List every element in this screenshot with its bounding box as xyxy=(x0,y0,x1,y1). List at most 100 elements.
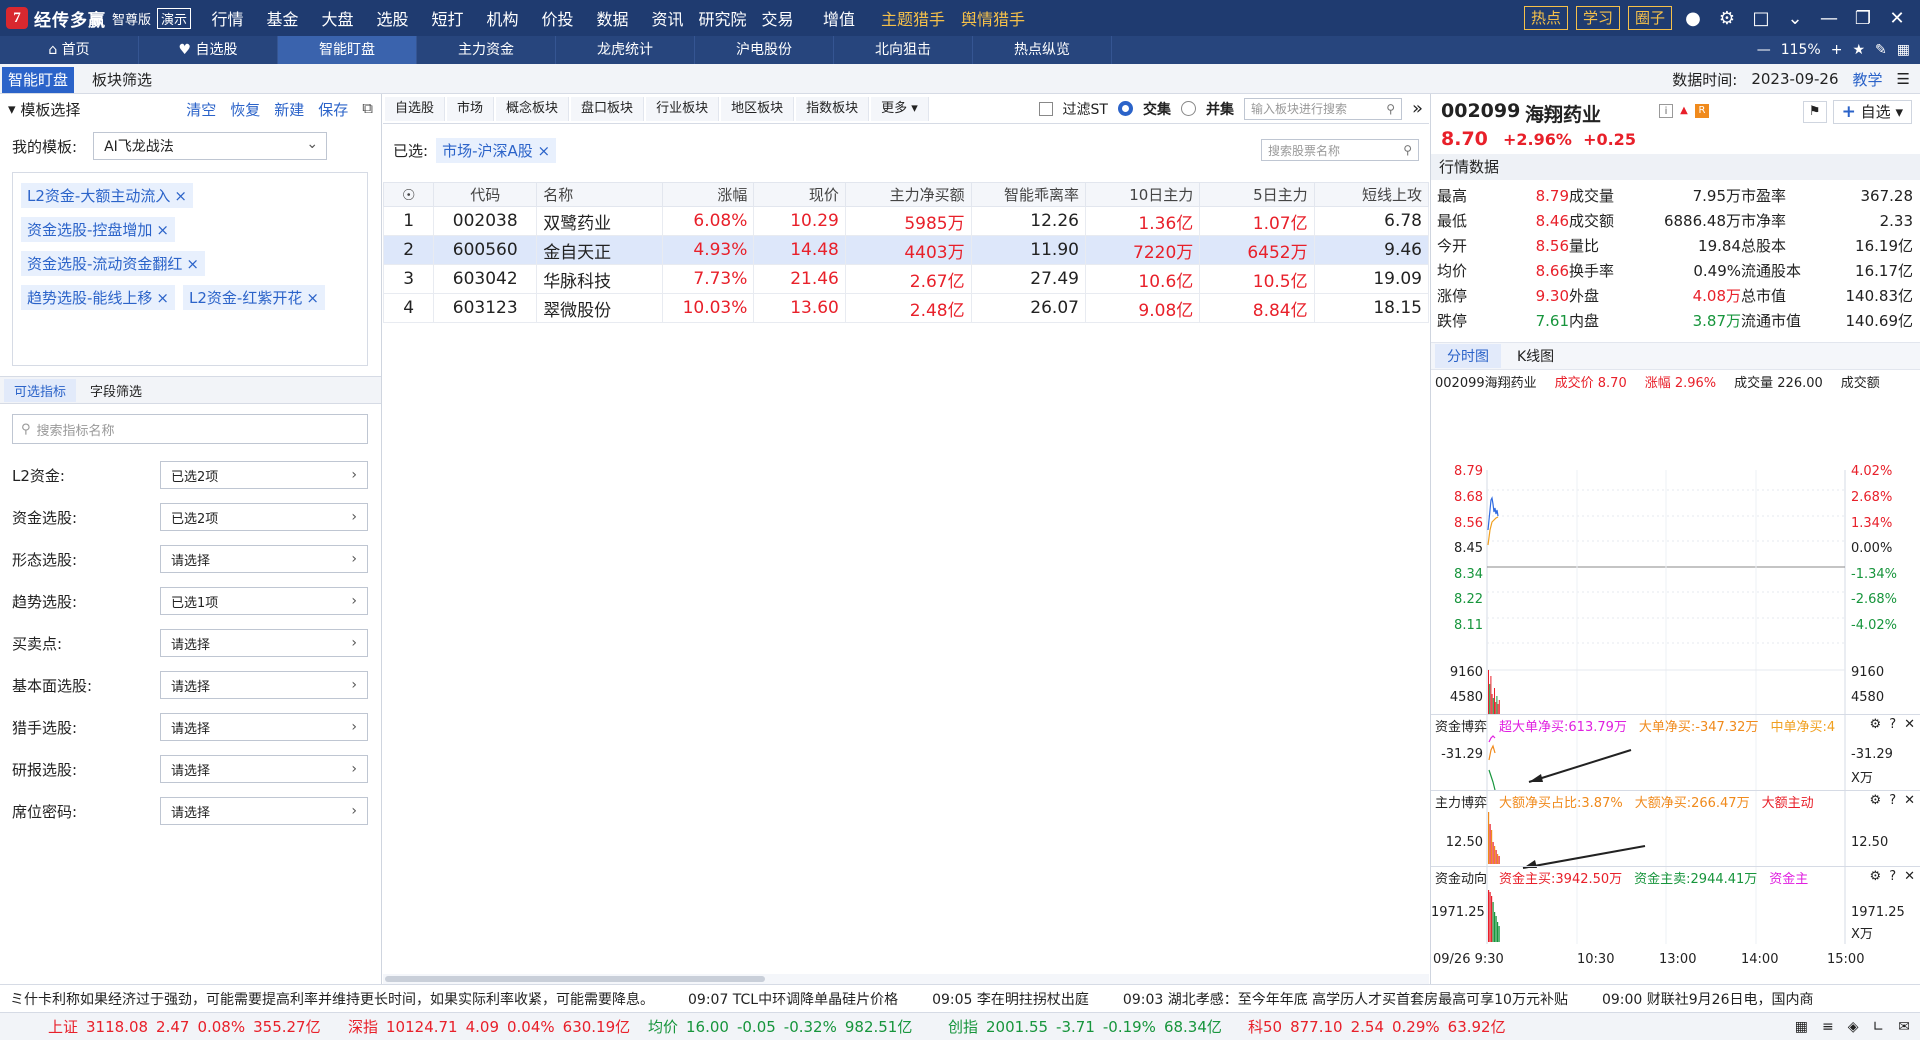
category-button[interactable]: 自选股 xyxy=(385,96,446,121)
column-header[interactable]: 主力净买额 xyxy=(844,182,972,207)
column-header[interactable]: 涨幅 xyxy=(661,182,755,207)
gear-icon[interactable]: ⚙ xyxy=(1870,869,1882,884)
chevron-down-icon[interactable]: ⌄ xyxy=(1782,8,1808,29)
nav-tab[interactable]: 热点纵览 xyxy=(973,36,1112,64)
chart-icon[interactable]: ∟ xyxy=(1873,1019,1885,1035)
news-item[interactable]: ミ什卡利称如果经济过于强劲，可能需要提高利率并维持更长时间，如果实际利率收紧，可… xyxy=(10,989,654,1009)
intersect-radio[interactable] xyxy=(1117,101,1133,116)
menu-item[interactable]: 交易 xyxy=(750,6,805,30)
menu-item[interactable]: 增值 xyxy=(805,6,873,30)
category-button[interactable]: 概念板块 xyxy=(496,96,570,121)
category-button[interactable]: 地区板块 xyxy=(721,96,795,121)
column-header[interactable]: 10日主力 xyxy=(1084,182,1201,207)
category-button[interactable]: 市场 xyxy=(447,96,495,121)
close-icon[interactable]: ✕ xyxy=(1904,869,1915,884)
stock-search-input[interactable]: 搜索股票名称 ⚲ xyxy=(1261,139,1419,161)
menu-item[interactable]: 资讯 xyxy=(640,6,695,30)
clear-button[interactable]: 清空 xyxy=(186,99,216,120)
news-item[interactable]: 09:07 TCL中环调降单晶硅片价格 xyxy=(688,989,898,1009)
restore-icon[interactable]: ❐ xyxy=(1850,8,1876,29)
template-tag[interactable]: L2资金-红紫开花 × xyxy=(183,285,325,310)
indicator-picker[interactable]: 请选择 › xyxy=(160,629,368,657)
menu-item[interactable]: 价投 xyxy=(530,6,585,30)
restore-button[interactable]: 恢复 xyxy=(230,99,260,120)
message-icon[interactable]: ✉ xyxy=(1898,1019,1910,1035)
calculator-icon[interactable]: ▦ xyxy=(1795,1019,1808,1035)
indicator-picker[interactable]: 已选2项 › xyxy=(160,503,368,531)
remove-icon[interactable]: × xyxy=(186,255,199,273)
menu-item[interactable]: 机构 xyxy=(475,6,530,30)
indicator-picker[interactable]: 请选择 › xyxy=(160,797,368,825)
filter-st-checkbox[interactable] xyxy=(1038,101,1053,116)
remove-icon[interactable]: × xyxy=(156,221,169,239)
menu-item[interactable]: 主题猎手 xyxy=(873,6,953,30)
nav-tab[interactable]: 沪电股份 xyxy=(695,36,834,64)
column-header[interactable]: 现价 xyxy=(753,182,846,207)
settings-icon[interactable]: ☉ xyxy=(382,182,435,207)
column-header[interactable]: 代码 xyxy=(433,182,538,207)
union-radio[interactable] xyxy=(1180,101,1196,116)
category-button[interactable]: 行业板块 xyxy=(646,96,720,121)
app-logo[interactable]: 7 经传多赢 智尊版 演示 xyxy=(6,6,192,31)
index-item[interactable]: 创指 2001.55 -3.71 -0.19% 68.34亿 xyxy=(900,1016,1222,1037)
zoom-in-icon[interactable]: + xyxy=(1831,42,1843,58)
indicator-picker[interactable]: 已选2项 › xyxy=(160,461,368,489)
indicator-picker[interactable]: 请选择 › xyxy=(160,755,368,783)
table-row[interactable]: 2 600560 金自天正 4.93% 14.48 4403万 11.90 7220万 6452… xyxy=(382,235,1430,265)
menu-item[interactable]: 选股 xyxy=(365,6,420,30)
expand-icon[interactable]: » xyxy=(1412,98,1423,119)
column-header[interactable]: 5日主力 xyxy=(1199,182,1315,207)
layout-icon[interactable]: ▦ xyxy=(1897,42,1910,58)
category-button[interactable]: 指数板块 xyxy=(796,96,870,121)
table-row[interactable]: 3 603042 华脉科技 7.73% 21.46 2.67亿 27.49 10.6亿 10.5… xyxy=(382,264,1430,294)
menu-item[interactable]: 基金 xyxy=(255,6,310,30)
news-item[interactable]: 09:03 湖北孝感：至今年年底 高学历人才买首套房最高可享10万元补贴 xyxy=(1123,989,1568,1009)
table-row[interactable]: 4 603123 翠微股份 10.03% 13.60 2.48亿 26.07 9.08亿 8.8… xyxy=(382,293,1430,323)
nav-tab[interactable]: 智能盯盘 xyxy=(278,36,417,64)
menu-item[interactable]: 短打 xyxy=(420,6,475,30)
indicator-search-input[interactable]: ⚲ 搜索指标名称 xyxy=(12,414,368,444)
column-header[interactable]: 智能乖离率 xyxy=(970,182,1086,207)
menu-item[interactable]: 研究院 xyxy=(695,6,750,30)
template-tag[interactable]: 资金选股-控盘增加 × xyxy=(21,217,175,242)
selected-chip[interactable]: 市场-沪深A股 × xyxy=(436,137,557,163)
help-icon[interactable]: ? xyxy=(1889,717,1896,732)
info-icon[interactable]: i xyxy=(1659,104,1673,118)
remove-icon[interactable]: × xyxy=(538,142,551,160)
template-tag[interactable]: 资金选股-流动资金翻红 × xyxy=(21,251,205,276)
bars-icon[interactable]: ≡ xyxy=(1822,1019,1834,1035)
table-row[interactable]: 1 002038 双鹭药业 6.08% 10.29 5985万 12.26 1.36亿 1.07… xyxy=(382,206,1430,236)
circle-button[interactable]: 圈子 xyxy=(1627,6,1672,30)
gear-icon[interactable]: ⚙ xyxy=(1870,717,1882,732)
remove-icon[interactable]: × xyxy=(174,187,187,205)
template-tag[interactable]: L2资金-大额主动流入 × xyxy=(21,183,193,208)
index-item[interactable]: 深指 10124.71 4.09 0.04% 630.19亿 xyxy=(300,1016,630,1037)
column-header[interactable]: 短线上攻 xyxy=(1313,182,1430,207)
tab-intraday[interactable]: 分时图 xyxy=(1435,344,1501,368)
menu-icon[interactable]: ☰ xyxy=(1897,70,1910,88)
remove-icon[interactable]: × xyxy=(306,289,319,307)
column-header[interactable]: 名称 xyxy=(536,182,663,207)
menu-item[interactable]: 大盘 xyxy=(310,6,365,30)
gear-icon[interactable]: ⚙ xyxy=(1714,8,1740,29)
zoom-out-icon[interactable]: — xyxy=(1757,42,1771,58)
nav-tab[interactable]: 龙虎统计 xyxy=(556,36,695,64)
category-button[interactable]: 盘口板块 xyxy=(571,96,645,121)
add-favorite-button[interactable]: + 自选 ▾ xyxy=(1832,100,1912,124)
index-item[interactable]: 上证 3118.08 2.47 0.08% 355.27亿 xyxy=(0,1016,321,1037)
star-icon[interactable]: ★ xyxy=(1852,42,1865,58)
tab-smart-watch[interactable]: 智能盯盘 xyxy=(2,67,75,93)
close-icon[interactable]: ✕ xyxy=(1904,717,1915,732)
gear-icon[interactable]: ⚙ xyxy=(1870,793,1882,808)
menu-item[interactable]: 行情 xyxy=(200,6,255,30)
close-icon[interactable]: ✕ xyxy=(1884,8,1910,29)
block-search-input[interactable]: 输入板块进行搜索 ⚲ xyxy=(1243,97,1402,120)
tab-available-indicators[interactable]: 可选指标 xyxy=(4,378,77,402)
learn-button[interactable]: 学习 xyxy=(1575,6,1620,30)
category-button[interactable]: 更多 ▾ xyxy=(871,96,929,121)
tab-kline[interactable]: K线图 xyxy=(1505,344,1566,368)
remove-icon[interactable]: × xyxy=(156,289,169,307)
news-ticker[interactable]: ミ什卡利称如果经济过于强劲，可能需要提高利率并维持更长时间，如果实际利率收紧，可… xyxy=(0,984,1920,1012)
edit-icon[interactable]: ✎ xyxy=(1875,42,1887,58)
menu-item[interactable]: 数据 xyxy=(585,6,640,30)
